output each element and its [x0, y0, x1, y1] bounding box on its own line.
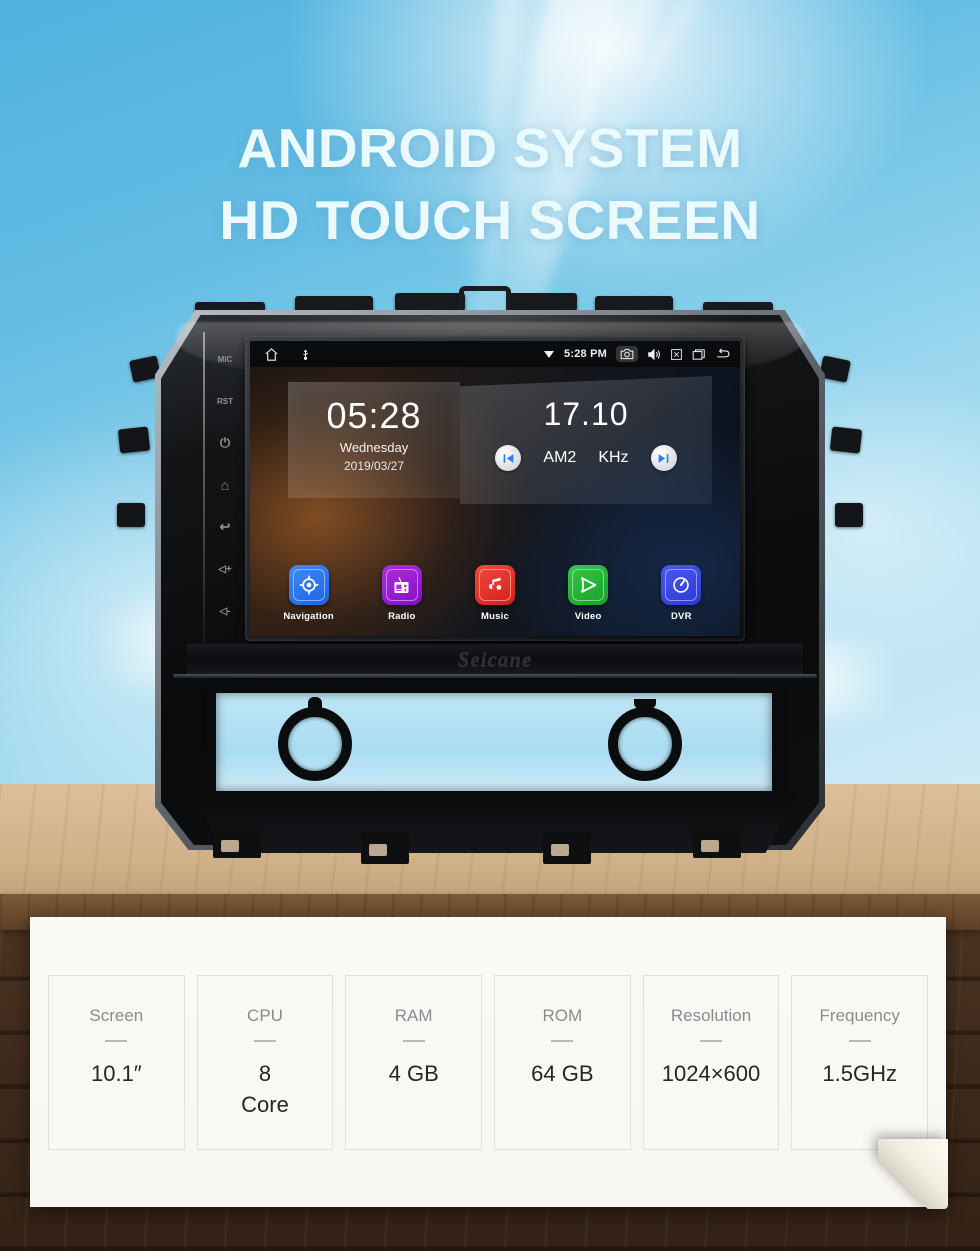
- usb-icon[interactable]: [299, 347, 312, 361]
- spec-divider: [254, 1040, 276, 1042]
- spec-value: 1024×600: [661, 1061, 761, 1086]
- android-screen[interactable]: 5:28 PM 05:28 Wednesday 2019/03/27 17.10…: [250, 341, 740, 636]
- spec-divider: [402, 1040, 425, 1042]
- video-play-icon[interactable]: [568, 565, 609, 605]
- brand-strip: Seicane: [187, 644, 803, 674]
- clock-widget[interactable]: 05:28 Wednesday 2019/03/27: [288, 382, 460, 498]
- vent-tab: [634, 699, 656, 709]
- spec-divider: [551, 1040, 574, 1042]
- close-icon[interactable]: [670, 348, 683, 361]
- mount-foot: [693, 828, 741, 858]
- mount-foot: [213, 828, 261, 858]
- spec-row: Screen 10.1″ CPU 8 Core RAM 4 GB ROM 64 …: [48, 975, 929, 1150]
- status-bar: 5:28 PM: [250, 341, 740, 367]
- volume-icon[interactable]: [647, 348, 661, 361]
- home-icon[interactable]: [264, 347, 279, 362]
- dash-cutout-frame: [205, 682, 783, 802]
- spec-cell-frequency: Frequency 1.5GHz: [791, 975, 929, 1150]
- recents-icon[interactable]: [692, 348, 706, 361]
- status-time: 5:28 PM: [564, 348, 607, 360]
- mount-clip: [829, 426, 863, 454]
- vent-ring-right: [608, 707, 682, 781]
- back-icon[interactable]: [715, 347, 731, 361]
- vent-tab: [308, 697, 322, 715]
- car-head-unit: MIC RST ⏻ ⌂ ↩ ◁+ ◁- 5:28 PM 05:28 Wednes…: [95, 286, 885, 868]
- spec-cell-cpu: CPU 8 Core: [196, 975, 334, 1150]
- brand-logo: Seicane: [457, 646, 533, 671]
- music-note-icon[interactable]: [474, 565, 515, 605]
- physical-button-strip: MIC RST ⏻ ⌂ ↩ ◁+ ◁-: [208, 338, 242, 638]
- spec-key: Frequency: [819, 1006, 900, 1025]
- spec-divider: [700, 1040, 723, 1042]
- home-button[interactable]: ⌂: [208, 464, 242, 506]
- spec-key: RAM: [394, 1006, 433, 1025]
- wifi-icon: [543, 349, 555, 359]
- power-button[interactable]: ⏻: [208, 422, 242, 464]
- dvr-gauge-icon[interactable]: [661, 565, 702, 605]
- app-dock: Navigation Radio Music Video DVR: [250, 565, 740, 622]
- skip-next-icon[interactable]: [650, 445, 677, 471]
- radio-frequency: 17.10: [543, 396, 629, 432]
- mount-clip: [117, 426, 151, 454]
- mount-clip: [835, 503, 863, 527]
- spec-cell-resolution: Resolution 1024×600: [642, 975, 780, 1150]
- spec-key: ROM: [542, 1006, 583, 1025]
- spec-card: Screen 10.1″ CPU 8 Core RAM 4 GB ROM 64 …: [30, 917, 948, 1209]
- vent-ring-left: [278, 707, 352, 781]
- app-label: Radio: [388, 611, 416, 622]
- volume-down-button[interactable]: ◁-: [208, 590, 242, 632]
- spec-value: 10.1″: [91, 1061, 142, 1086]
- spec-key: Resolution: [670, 1006, 752, 1025]
- app-radio[interactable]: Radio: [363, 565, 441, 622]
- spec-value: 4 GB: [388, 1061, 439, 1086]
- radio-widget[interactable]: 17.10 AM2 KHz: [460, 376, 712, 504]
- mount-foot: [361, 832, 409, 864]
- app-label: DVR: [671, 611, 692, 622]
- mic-button[interactable]: MIC: [208, 338, 242, 380]
- clock-date: 2019/03/27: [343, 459, 405, 473]
- skip-previous-icon[interactable]: [495, 445, 522, 471]
- reset-button[interactable]: RST: [208, 380, 242, 422]
- camera-icon[interactable]: [616, 346, 638, 362]
- radio-unit: KHz: [598, 449, 629, 466]
- screen-bezel: 5:28 PM 05:28 Wednesday 2019/03/27 17.10…: [245, 336, 745, 641]
- app-label: Navigation: [283, 611, 334, 622]
- spec-key: CPU: [247, 1006, 283, 1025]
- spec-cell-ram: RAM 4 GB: [345, 975, 483, 1150]
- app-dvr[interactable]: DVR: [642, 565, 720, 622]
- radio-icon[interactable]: [381, 565, 422, 605]
- spec-value: 8 Core: [241, 1061, 289, 1117]
- app-label: Video: [574, 611, 602, 622]
- app-video[interactable]: Video: [549, 565, 627, 622]
- mount-clip: [117, 503, 145, 527]
- spec-value: 1.5GHz: [822, 1061, 897, 1086]
- back-button[interactable]: ↩: [208, 506, 242, 548]
- page-curl: [878, 1139, 948, 1209]
- navigation-target-icon[interactable]: [288, 565, 329, 605]
- spec-key: Screen: [89, 1006, 144, 1025]
- sun-ray: [511, 0, 717, 304]
- app-label: Music: [481, 611, 509, 622]
- spec-value: 64 GB: [531, 1061, 594, 1086]
- spec-cell-screen: Screen 10.1″: [48, 975, 185, 1150]
- clock-weekday: Wednesday: [339, 440, 409, 455]
- spec-divider: [848, 1040, 871, 1042]
- spec-cell-rom: ROM 64 GB: [494, 975, 631, 1150]
- clock-time: 05:28: [326, 395, 422, 436]
- app-music[interactable]: Music: [456, 565, 534, 622]
- spec-divider: [105, 1040, 128, 1042]
- bezel-hairline: [203, 332, 205, 644]
- trim-line: [173, 674, 817, 678]
- mount-clip: [507, 293, 577, 311]
- mount-clip: [395, 293, 465, 311]
- volume-up-button[interactable]: ◁+: [208, 548, 242, 590]
- app-navigation[interactable]: Navigation: [270, 565, 348, 622]
- mount-foot: [543, 832, 591, 864]
- radio-band: AM2: [543, 449, 577, 466]
